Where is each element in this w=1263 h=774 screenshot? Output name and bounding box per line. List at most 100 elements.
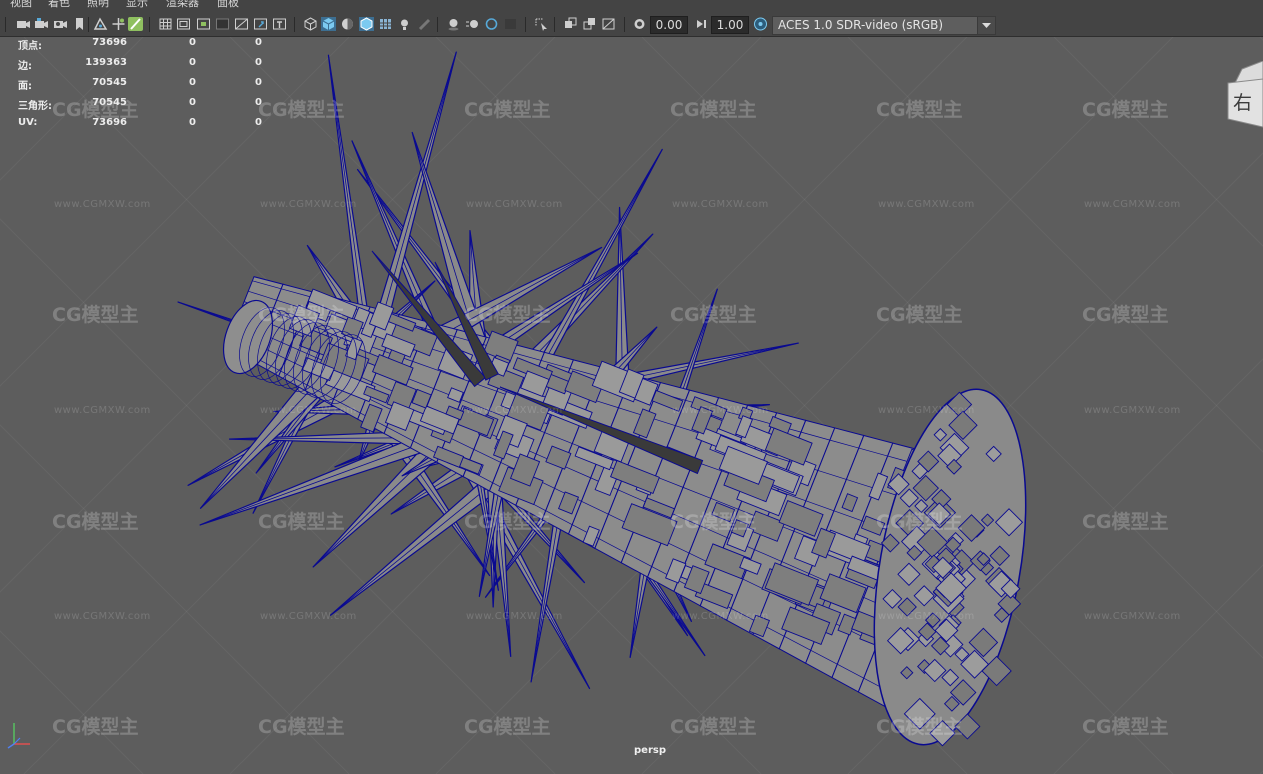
watermark-url: www.CGMXW.com	[260, 611, 357, 622]
hud-value-object: 73696	[92, 37, 127, 48]
watermark-logo: CG模型主	[258, 716, 345, 738]
hud-value-components: 0	[255, 117, 262, 128]
resolution-gate-icon[interactable]	[196, 17, 211, 31]
view-transform-dropdown[interactable]: ACES 1.0 SDR-video (sRGB)	[772, 16, 996, 35]
exposure-field[interactable]: 0.00	[650, 16, 688, 34]
watermark-url: www.CGMXW.com	[672, 199, 769, 210]
color-management-icon[interactable]	[753, 17, 768, 31]
chevron-down-icon[interactable]	[977, 17, 995, 34]
hud-label: 三角形:	[18, 101, 52, 112]
hud-row: 三角形: 70545 0 0	[0, 97, 280, 112]
watermark-logo: CG模型主	[670, 99, 757, 121]
menu-view[interactable]: 视图	[10, 0, 32, 8]
hud-value-object: 73696	[92, 117, 127, 128]
watermark-url: www.CGMXW.com	[878, 199, 975, 210]
watermark-logo: CG模型主	[876, 99, 963, 121]
screen-space-ao-icon[interactable]	[446, 17, 461, 31]
default-material-icon[interactable]	[340, 17, 355, 31]
toolbar-separator	[525, 17, 526, 32]
hud-value-object: 70545	[92, 97, 127, 108]
menu-renderer[interactable]: 渲染器	[166, 0, 199, 8]
toolbar-separator	[88, 17, 89, 32]
viewport-menu-bar: 视图 着色 照明 显示 渲染器 面板	[0, 0, 1263, 12]
hud-value-selected: 0	[189, 97, 196, 108]
hud-value-selected: 0	[189, 37, 196, 48]
use-all-lights-icon[interactable]	[397, 17, 412, 31]
perspective-viewport[interactable]: CG模型主 CG模型主 CG模型主 CG模型主 www.CGMXW.com www.CGM…	[0, 37, 1263, 774]
menu-shading[interactable]: 着色	[48, 0, 70, 8]
camera-attributes-icon[interactable]	[34, 17, 49, 31]
film-gate-icon[interactable]	[176, 17, 191, 31]
xray-active-components-icon[interactable]	[582, 17, 597, 31]
poly-count-hud: 顶点: 73696 0 0 边: 139363 0 0 面: 70545 0 0 三角形: 70545 0 0…	[0, 37, 280, 137]
menu-panels[interactable]: 面板	[217, 0, 239, 8]
watermark-logo: CG模型主	[1082, 304, 1169, 326]
toolbar-separator	[294, 17, 295, 32]
toolbar-separator	[554, 17, 555, 32]
toolbar-separator	[149, 17, 150, 32]
watermark-logo: CG模型主	[876, 716, 963, 738]
xray-icon[interactable]	[563, 17, 578, 31]
view-transform-label: ACES 1.0 SDR-video (sRGB)	[778, 18, 944, 32]
watermark-logo: CG模型主	[52, 511, 139, 533]
watermark-logo: CG模型主	[52, 304, 139, 326]
motion-blur-icon[interactable]	[465, 17, 480, 31]
wireframe-on-shaded-icon[interactable]	[359, 17, 374, 31]
smooth-shade-icon[interactable]	[321, 17, 336, 31]
watermark-url: www.CGMXW.com	[672, 405, 769, 416]
hud-value-components: 0	[255, 97, 262, 108]
hud-label: 边:	[18, 61, 32, 72]
bookmark-icon[interactable]	[72, 17, 87, 31]
hud-label: 顶点:	[18, 41, 42, 52]
grease-pencil-icon[interactable]	[128, 17, 143, 31]
watermark-url: www.CGMXW.com	[878, 405, 975, 416]
gamma-field[interactable]: 1.00	[711, 16, 749, 34]
grid-icon[interactable]	[158, 17, 173, 31]
watermark-url: www.CGMXW.com	[1084, 405, 1181, 416]
image-plane-icon[interactable]	[93, 17, 108, 31]
depth-of-field-icon[interactable]	[503, 17, 518, 31]
watermark-logo: CG模型主	[1082, 716, 1169, 738]
view-cube-face-label: 右	[1233, 92, 1253, 114]
watermark-url: www.CGMXW.com	[54, 405, 151, 416]
hud-value-components: 0	[255, 77, 262, 88]
hud-value-components: 0	[255, 37, 262, 48]
menu-show[interactable]: 显示	[126, 0, 148, 8]
safe-action-icon[interactable]	[272, 17, 287, 31]
camera-select-icon[interactable]	[16, 17, 31, 31]
hud-value-selected: 0	[189, 77, 196, 88]
watermark-url: www.CGMXW.com	[54, 611, 151, 622]
view-cube[interactable]: 右	[1224, 61, 1263, 129]
hud-value-selected: 0	[189, 57, 196, 68]
shadows-icon[interactable]	[417, 17, 432, 31]
wireframe-icon[interactable]	[303, 17, 318, 31]
axis-indicator	[6, 717, 36, 749]
watermark-url: www.CGMXW.com	[260, 199, 357, 210]
bookmark-camera-icon[interactable]	[53, 17, 68, 31]
textured-icon[interactable]	[378, 17, 393, 31]
gate-mask-icon[interactable]	[215, 17, 230, 31]
watermark-url: www.CGMXW.com	[466, 199, 563, 210]
watermark-url: www.CGMXW.com	[466, 611, 563, 622]
hud-row: 顶点: 73696 0 0	[0, 37, 280, 52]
watermark-url: www.CGMXW.com	[672, 611, 769, 622]
camera-name-label: persp	[634, 745, 666, 756]
hud-label: UV:	[18, 117, 38, 128]
watermark-url: www.CGMXW.com	[260, 405, 357, 416]
gamma-icon[interactable]	[693, 17, 708, 31]
menu-lighting[interactable]: 照明	[87, 0, 109, 8]
isolate-select-icon[interactable]	[534, 17, 549, 31]
panel-toolbar: 0.00 1.00 ACES 1.0 SDR-video (sRGB)	[0, 12, 1263, 37]
xray-joints-icon[interactable]	[601, 17, 616, 31]
watermark-logo: CG模型主	[876, 511, 963, 533]
two-d-pan-icon[interactable]	[111, 17, 126, 31]
watermark-url: www.CGMXW.com	[1084, 611, 1181, 622]
watermark-url: www.CGMXW.com	[1084, 199, 1181, 210]
multisample-aa-icon[interactable]	[484, 17, 499, 31]
watermark-url: www.CGMXW.com	[466, 405, 563, 416]
watermark-logo: CG模型主	[464, 304, 551, 326]
exposure-icon[interactable]	[632, 17, 647, 31]
hud-value-object: 139363	[85, 57, 127, 68]
field-chart-icon[interactable]	[234, 17, 249, 31]
safe-title-icon[interactable]	[253, 17, 268, 31]
